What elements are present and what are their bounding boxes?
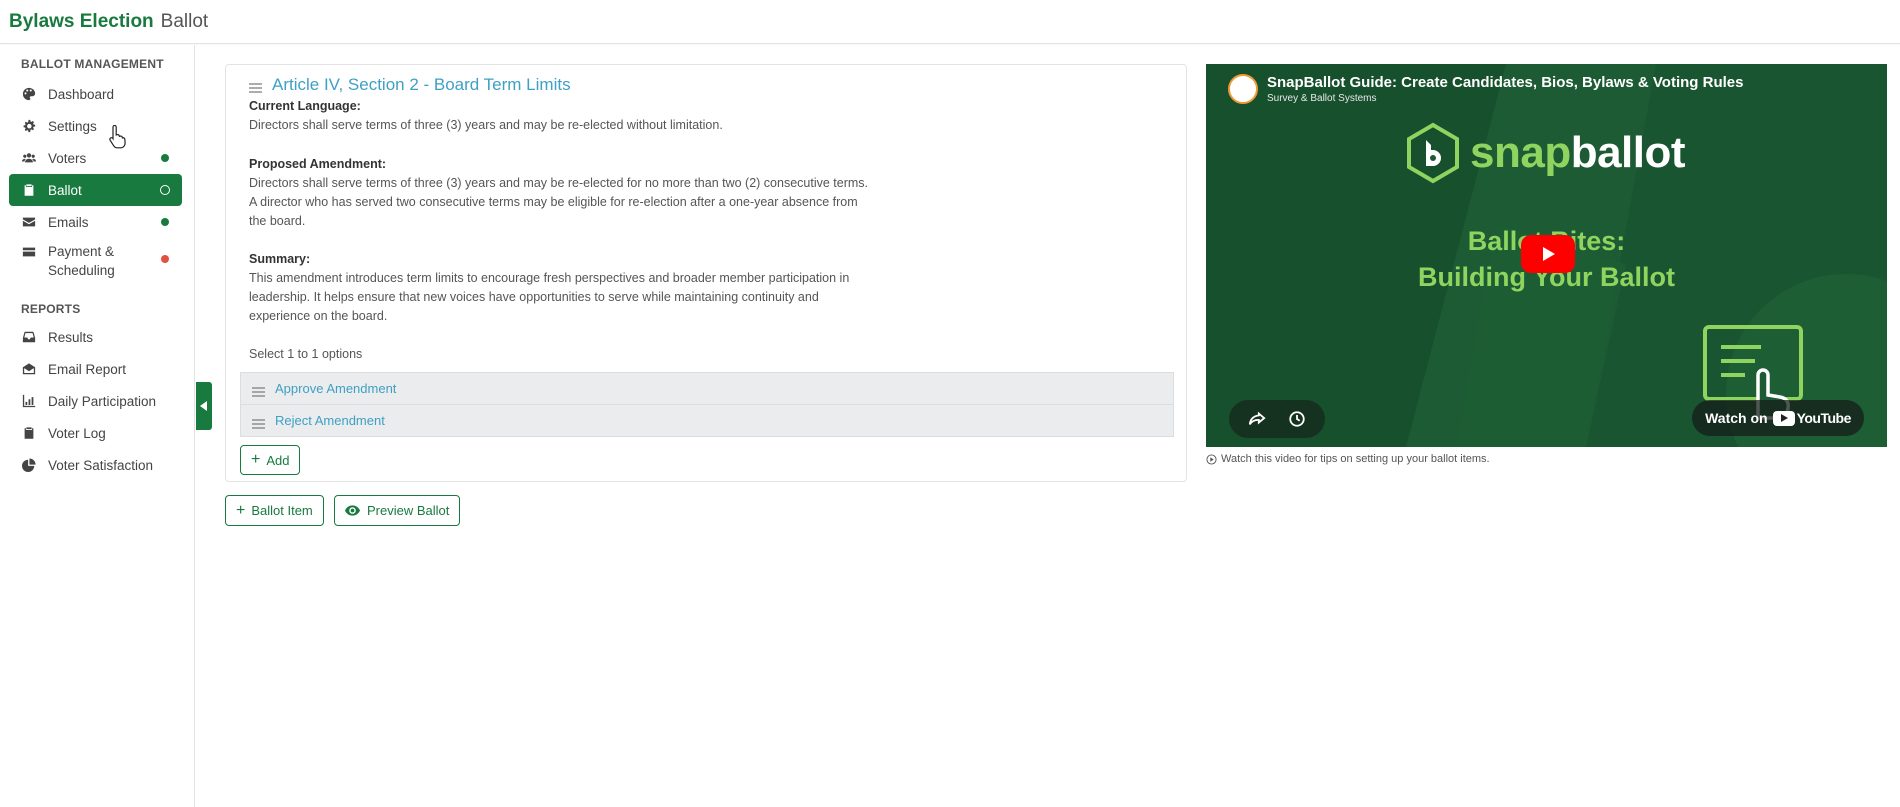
sidebar-section-heading: BALLOT MANAGEMENT xyxy=(21,57,164,71)
channel-avatar xyxy=(1228,74,1258,104)
video-header: SnapBallot Guide: Create Candidates, Bio… xyxy=(1228,74,1743,104)
add-option-label: Add xyxy=(266,452,290,468)
sidebar-item-voter-log[interactable]: Voter Log xyxy=(9,417,182,449)
sidebar-item-voters[interactable]: Voters xyxy=(9,142,182,174)
current-language-text: Directors shall serve terms of three (3)… xyxy=(249,118,723,132)
sidebar-item-label: Voter Satisfaction xyxy=(48,457,154,473)
sidebar-section-heading: REPORTS xyxy=(21,302,81,316)
drag-handle-icon[interactable] xyxy=(249,80,262,93)
inbox-icon xyxy=(21,329,37,345)
ballot-item-title[interactable]: Article IV, Section 2 - Board Term Limit… xyxy=(272,75,571,95)
sidebar-item-label: Voters xyxy=(48,150,87,166)
sidebar-item-ballot[interactable]: Ballot xyxy=(9,174,182,206)
tutorial-video-embed[interactable]: SnapBallot Guide: Create Candidates, Bio… xyxy=(1206,64,1887,447)
summary-block: Summary: This amendment introduces term … xyxy=(249,250,869,326)
status-dot-in-progress xyxy=(160,185,170,195)
play-icon xyxy=(1543,247,1555,261)
sidebar-item-label: Ballot xyxy=(48,182,82,198)
status-dot-complete xyxy=(161,218,169,226)
sidebar-item-label: Email Report xyxy=(48,361,127,377)
proposed-amendment-text: Directors shall serve terms of three (3)… xyxy=(249,176,868,228)
add-ballot-item-label: Ballot Item xyxy=(251,503,313,518)
video-caption: Watch this video for tips on setting up … xyxy=(1206,453,1490,465)
video-title[interactable]: SnapBallot Guide: Create Candidates, Bio… xyxy=(1267,74,1743,91)
sidebar-item-label: Results xyxy=(48,329,94,345)
users-icon xyxy=(21,150,37,166)
option-row[interactable]: Reject Amendment xyxy=(240,404,1174,437)
watch-on-label: Watch on xyxy=(1705,410,1768,426)
logo-snap: snap xyxy=(1470,128,1571,177)
sidebar-item-email-report[interactable]: Email Report xyxy=(9,353,182,385)
watch-later-icon[interactable] xyxy=(1288,410,1306,428)
preview-ballot-button[interactable]: Preview Ballot xyxy=(334,495,461,526)
caret-left-icon xyxy=(200,401,207,411)
video-caption-text: Watch this video for tips on setting up … xyxy=(1221,453,1490,465)
palette-icon xyxy=(21,86,37,102)
logo-ballot: ballot xyxy=(1570,128,1686,177)
proposed-amendment-block: Proposed Amendment: Directors shall serv… xyxy=(249,155,869,231)
add-ballot-item-button[interactable]: + Ballot Item xyxy=(225,495,324,526)
sidebar-item-label: Dashboard xyxy=(48,86,115,102)
play-circle-icon xyxy=(1206,453,1217,465)
sidebar: BALLOT MANAGEMENT Dashboard Settings Vot… xyxy=(0,45,195,807)
sidebar-item-label: Daily Participation xyxy=(48,393,157,409)
sidebar-item-payment-scheduling[interactable]: Payment & Scheduling xyxy=(9,238,182,282)
snapballot-logo: snapballot xyxy=(1405,122,1686,184)
sidebar-item-label: Payment & Scheduling xyxy=(48,244,115,278)
watch-on-youtube-button[interactable]: Watch on YouTube xyxy=(1692,400,1864,436)
hand-cursor-icon xyxy=(109,125,126,149)
add-option-button[interactable]: + Add xyxy=(240,445,301,475)
sidebar-item-settings[interactable]: Settings xyxy=(9,110,182,142)
sidebar-item-results[interactable]: Results xyxy=(9,321,182,353)
gear-icon xyxy=(21,118,37,134)
plus-icon: + xyxy=(251,451,261,468)
share-icon[interactable] xyxy=(1248,410,1266,428)
video-controls xyxy=(1229,400,1325,438)
page-title: Ballot xyxy=(160,10,209,32)
eye-icon xyxy=(345,505,360,516)
proposed-amendment-heading: Proposed Amendment: xyxy=(249,157,387,171)
option-label[interactable]: Reject Amendment xyxy=(275,413,385,428)
summary-heading: Summary: xyxy=(249,252,311,266)
clipboard-list-icon xyxy=(21,425,37,441)
credit-card-icon xyxy=(21,244,37,260)
ballot-item-card: Article IV, Section 2 - Board Term Limit… xyxy=(225,64,1187,482)
sidebar-item-label: Settings xyxy=(48,118,97,134)
select-count-note: Select 1 to 1 options xyxy=(249,347,363,361)
status-dot-complete xyxy=(161,154,169,162)
envelope-icon xyxy=(21,214,37,230)
sidebar-item-dashboard[interactable]: Dashboard xyxy=(9,78,182,110)
sidebar-item-daily-participation[interactable]: Daily Participation xyxy=(9,385,182,417)
drag-handle-icon[interactable] xyxy=(252,416,265,429)
current-language-heading: Current Language: xyxy=(249,99,361,113)
youtube-logo: YouTube xyxy=(1772,410,1852,426)
current-language-block: Current Language: Directors shall serve … xyxy=(249,97,869,135)
snapballot-hex-icon xyxy=(1407,122,1459,184)
pie-icon xyxy=(21,457,37,473)
preview-ballot-label: Preview Ballot xyxy=(367,503,450,518)
option-label[interactable]: Approve Amendment xyxy=(275,381,396,396)
top-bar: Bylaws Election Ballot xyxy=(0,0,1900,44)
youtube-wordmark: YouTube xyxy=(1796,410,1852,426)
plus-icon: + xyxy=(236,501,246,519)
clipboard-icon xyxy=(21,182,37,198)
summary-text: This amendment introduces term limits to… xyxy=(249,271,850,323)
chart-icon xyxy=(21,393,37,409)
election-title: Bylaws Election xyxy=(9,10,154,32)
sidebar-item-label: Emails xyxy=(48,214,89,230)
video-channel: Survey & Ballot Systems xyxy=(1267,93,1377,104)
mail-report-icon xyxy=(21,361,37,377)
option-row[interactable]: Approve Amendment xyxy=(240,372,1174,405)
sidebar-item-label: Voter Log xyxy=(48,425,106,441)
sidebar-item-voter-satisfaction[interactable]: Voter Satisfaction xyxy=(9,449,182,481)
drag-handle-icon[interactable] xyxy=(252,384,265,397)
sidebar-item-emails[interactable]: Emails xyxy=(9,206,182,238)
status-dot-incomplete xyxy=(161,255,169,263)
play-button[interactable] xyxy=(1521,235,1575,273)
sidebar-collapse-toggle[interactable] xyxy=(196,382,212,430)
